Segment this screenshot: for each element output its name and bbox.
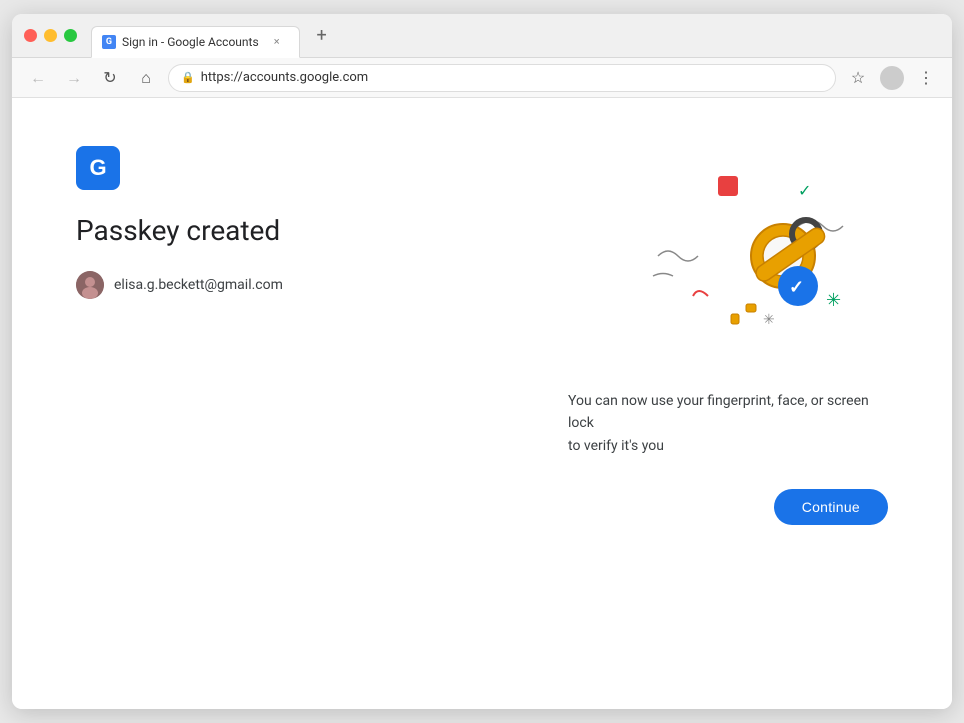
title-bar: G Sign in - Google Accounts × + (12, 14, 952, 58)
continue-button[interactable]: Continue (774, 489, 888, 525)
url-text: https://accounts.google.com (201, 70, 369, 85)
address-bar-row: ← → ↻ ⌂ 🔒 https://accounts.google.com ☆ … (12, 58, 952, 98)
user-row: elisa.g.beckett@gmail.com (76, 271, 488, 299)
close-traffic-light[interactable] (24, 29, 37, 42)
maximize-traffic-light[interactable] (64, 29, 77, 42)
left-section: G Passkey created elisa.g.beckett@gmail.… (76, 146, 488, 299)
address-bar[interactable]: 🔒 https://accounts.google.com (168, 64, 836, 92)
description-text: You can now use your fingerprint, face, … (568, 390, 888, 457)
lock-icon: 🔒 (181, 71, 195, 84)
svg-text:✓: ✓ (798, 181, 811, 200)
tab-title: Sign in - Google Accounts (122, 35, 259, 49)
tab-close-button[interactable]: × (269, 34, 285, 50)
active-tab[interactable]: G Sign in - Google Accounts × (91, 26, 300, 58)
back-button[interactable]: ← (24, 64, 52, 92)
page-content: G Passkey created elisa.g.beckett@gmail.… (12, 98, 952, 709)
forward-button[interactable]: → (60, 64, 88, 92)
page-title: Passkey created (76, 214, 488, 247)
minimize-traffic-light[interactable] (44, 29, 57, 42)
user-avatar (76, 271, 104, 299)
google-shield-logo: G (76, 146, 120, 190)
new-tab-button[interactable]: + (308, 22, 336, 50)
svg-text:✳: ✳ (763, 312, 775, 328)
passkey-illustration: ✓ ✳ ✳ (598, 166, 878, 366)
svg-text:✓: ✓ (789, 277, 804, 298)
home-button[interactable]: ⌂ (132, 64, 160, 92)
refresh-button[interactable]: ↻ (96, 64, 124, 92)
traffic-lights (24, 29, 77, 42)
svg-text:✳: ✳ (826, 290, 841, 311)
browser-window: G Sign in - Google Accounts × + ← → ↻ ⌂ … (12, 14, 952, 709)
user-email: elisa.g.beckett@gmail.com (114, 277, 283, 293)
profile-avatar[interactable] (880, 66, 904, 90)
browser-menu-button[interactable]: ⋮ (912, 64, 940, 92)
right-section: ✓ ✳ ✳ (568, 146, 888, 525)
bookmark-button[interactable]: ☆ (844, 64, 872, 92)
tab-favicon: G (102, 35, 116, 49)
